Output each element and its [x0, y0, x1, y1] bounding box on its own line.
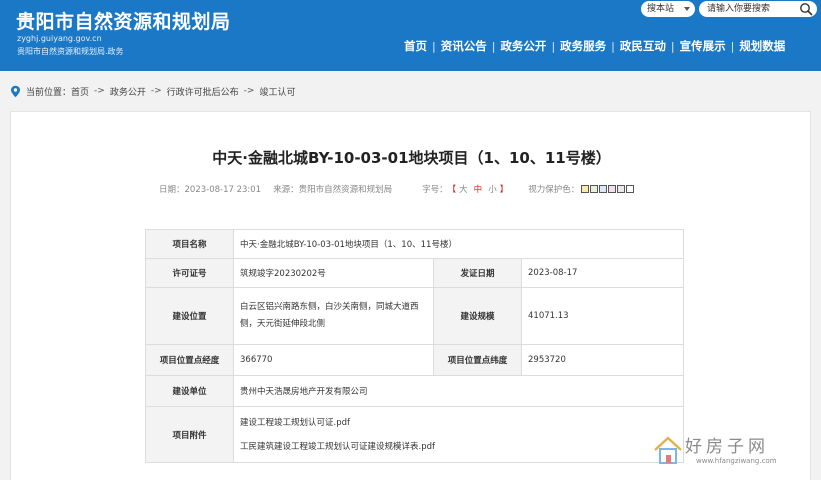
table-row: 项目名称 中天·金融北城BY-10-03-01地块项目（1、10、11号楼） [145, 229, 684, 259]
main-nav: 首页 | 资讯公告 | 政务公开 | 政务服务 | 政民互动 | 宣传展示 | … [404, 37, 785, 55]
permit-no-label: 许可证号 [145, 258, 234, 288]
search-icon[interactable] [799, 2, 813, 16]
watermark: 好房子网 www.hfangziwang.com [652, 432, 802, 472]
attachment-link-1[interactable]: 建设工程竣工规划认可证.pdf [240, 411, 677, 435]
font-size-label: 字号： [422, 185, 448, 195]
search-scope-label: 搜本站 [647, 4, 675, 14]
project-info-table: 项目名称 中天·金融北城BY-10-03-01地块项目（1、10、11号楼） 许… [145, 229, 684, 463]
attachment-link-2[interactable]: 工民建筑建设工程竣工规划认可证建设规模详表.pdf [240, 435, 677, 459]
vision-color-swatches [581, 185, 635, 193]
vision-protect-label: 视力保护色： [528, 185, 580, 195]
longitude-value: 366770 [233, 344, 434, 376]
table-row: 项目附件 建设工程竣工规划认可证.pdf 工民建筑建设工程竣工规划认可证建设规模… [145, 406, 684, 463]
nav-separator: | [670, 39, 675, 53]
breadcrumb-gov-open[interactable]: 政务公开 [110, 85, 146, 98]
nav-separator: | [491, 39, 496, 53]
font-bracket-open: 【 [447, 185, 457, 195]
article-title: 中天·金融北城BY-10-03-01地块项目（1、10、11号楼） [212, 149, 611, 167]
attachments-cell: 建设工程竣工规划认可证.pdf 工民建筑建设工程竣工规划认可证建设规模详表.pd… [233, 406, 684, 463]
article-source: 来源：贵阳市自然资源和规划局 [273, 185, 393, 195]
breadcrumb-permit[interactable]: 行政许可批后公布 [167, 85, 239, 98]
watermark-url: www.hfangziwang.com [696, 457, 777, 465]
table-row: 许可证号 筑规竣字20230202号 发证日期 2023-08-17 [145, 258, 684, 288]
scale-value: 41071.13 [521, 287, 684, 345]
font-bracket-close: 】 [499, 185, 509, 195]
builder-value: 贵州中天浩晟房地产开发有限公司 [233, 375, 684, 407]
scale-label: 建设规模 [433, 287, 522, 345]
article-date: 日期：2023-08-17 23:01 [159, 185, 262, 195]
font-size-small[interactable]: 小 [488, 183, 497, 195]
nav-gov-service[interactable]: 政务服务 [560, 38, 606, 54]
nav-separator: | [432, 39, 436, 53]
vision-color-swatch-4[interactable] [608, 185, 617, 193]
search-box [699, 1, 817, 17]
table-row: 建设单位 贵州中天浩晟房地产开发有限公司 [145, 375, 684, 407]
latitude-value: 2953720 [521, 344, 684, 376]
vision-color-swatch-6[interactable] [626, 185, 635, 193]
site-header: 贵阳市自然资源和规划局 zyghj.guiyang.gov.cn 贵阳市自然资源… [0, 0, 821, 71]
issue-date-value: 2023-08-17 [521, 258, 684, 288]
location-label: 建设位置 [145, 287, 234, 345]
breadcrumb-arrow: -> [94, 86, 105, 96]
longitude-label: 项目位置点经度 [145, 344, 234, 376]
font-size-medium[interactable]: 中 [474, 183, 483, 195]
watermark-text: 好房子网 [685, 437, 769, 457]
table-row: 建设位置 白云区铝兴南路东侧，白沙关南侧，同城大道西侧，天元街延伸段北侧 建设规… [145, 287, 684, 345]
nav-gov-open[interactable]: 政务公开 [500, 38, 546, 54]
issue-date-label: 发证日期 [433, 258, 522, 288]
article-meta: 日期：2023-08-17 23:01 来源：贵阳市自然资源和规划局 字号： 【… [159, 183, 635, 195]
nav-separator: | [611, 39, 615, 53]
breadcrumb: 当前位置： 首页 -> 政务公开 -> 行政许可批后公布 -> 竣工认可 [10, 84, 295, 98]
nav-separator: | [730, 39, 735, 53]
nav-home[interactable]: 首页 [404, 38, 427, 54]
permit-no-value: 筑规竣字20230202号 [233, 258, 434, 288]
project-name-label: 项目名称 [145, 229, 234, 259]
latitude-label: 项目位置点纬度 [433, 344, 522, 376]
site-url: zyghj.guiyang.gov.cn [17, 34, 102, 43]
nav-separator: | [551, 39, 556, 53]
house-logo-icon [654, 436, 682, 464]
nav-interaction[interactable]: 政民互动 [620, 38, 666, 54]
breadcrumb-home[interactable]: 首页 [71, 85, 89, 98]
breadcrumb-prefix: 当前位置： [26, 87, 72, 98]
location-pin-icon [11, 85, 20, 97]
breadcrumb-completion[interactable]: 竣工认可 [259, 85, 295, 98]
builder-label: 建设单位 [145, 375, 234, 407]
vision-color-swatch-3[interactable] [599, 185, 608, 193]
nav-planning-data[interactable]: 规划数据 [739, 38, 785, 54]
vision-color-swatch-2[interactable] [590, 185, 599, 193]
font-size-large[interactable]: 大 [459, 183, 468, 195]
project-name-value: 中天·金融北城BY-10-03-01地块项目（1、10、11号楼） [233, 229, 684, 259]
breadcrumb-arrow: -> [150, 86, 162, 96]
site-title[interactable]: 贵阳市自然资源和规划局 [16, 7, 231, 34]
nav-news[interactable]: 资讯公告 [441, 38, 487, 54]
search-scope-select[interactable]: 搜本站 [641, 1, 695, 17]
table-row: 项目位置点经度 366770 项目位置点纬度 2953720 [145, 344, 684, 376]
attachments-label: 项目附件 [145, 406, 234, 463]
chevron-down-icon [684, 7, 690, 11]
location-value: 白云区铝兴南路东侧，白沙关南侧，同城大道西侧，天元街延伸段北侧 [233, 287, 434, 345]
nav-showcase[interactable]: 宣传展示 [680, 38, 726, 54]
vision-color-swatch-5[interactable] [617, 185, 626, 193]
article-card: 中天·金融北城BY-10-03-01地块项目（1、10、11号楼） 日期：202… [10, 111, 811, 480]
search-input[interactable] [707, 2, 795, 16]
breadcrumb-arrow: -> [243, 86, 255, 96]
site-subtitle: 贵阳市自然资源和规划局.政务 [17, 47, 124, 56]
vision-color-swatch-1[interactable] [581, 185, 590, 193]
